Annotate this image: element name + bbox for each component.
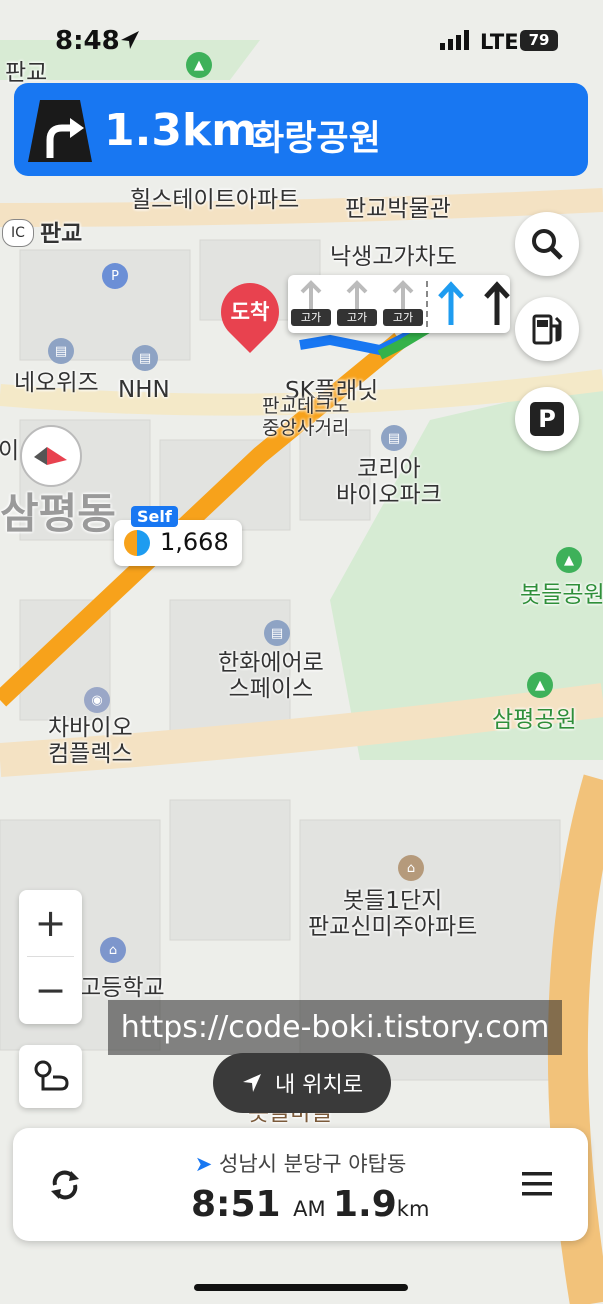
label-nhn: NHN bbox=[118, 377, 170, 403]
label-pangyo-museum: 판교박물관 bbox=[345, 196, 451, 222]
address-text: 성남시 분당구 야탑동 bbox=[219, 1152, 407, 1176]
gas-station-price[interactable]: Self 1,668 bbox=[114, 506, 242, 566]
label-cha-bio: 차바이오 컴플렉스 bbox=[48, 715, 133, 768]
building-icon: ▤ bbox=[132, 345, 158, 371]
my-location-label: 내 위치로 bbox=[275, 1073, 363, 1098]
straight-arrow-icon bbox=[438, 281, 464, 325]
compass-button[interactable] bbox=[20, 425, 82, 487]
route-overview-button[interactable] bbox=[19, 1045, 82, 1108]
parking-poi-icon: P bbox=[102, 263, 128, 289]
lane-1: 고가 bbox=[288, 279, 334, 329]
lane-4 bbox=[428, 279, 474, 329]
label-hanwha: 한화에어로 스페이스 bbox=[218, 650, 324, 703]
zoom-in-button[interactable]: + bbox=[19, 890, 82, 956]
location-arrow-icon bbox=[243, 1074, 262, 1092]
clock: 8:48 bbox=[55, 26, 120, 56]
menu-button[interactable] bbox=[518, 1166, 558, 1202]
building-icon: ▤ bbox=[48, 338, 74, 364]
parking-icon: P bbox=[530, 402, 564, 436]
label-pangyo-ic: 판교 bbox=[40, 221, 83, 247]
label-sampyeong-park: 삼평공원 bbox=[492, 707, 577, 733]
remaining-distance-value: 1.9 bbox=[333, 1184, 397, 1225]
fuel-icon bbox=[532, 314, 562, 345]
label-highschool: 고등학교 bbox=[80, 975, 165, 1001]
straight-arrow-icon bbox=[484, 281, 510, 325]
turn-direction-icon bbox=[28, 100, 92, 162]
gas-price: 1,668 bbox=[160, 528, 229, 556]
trip-info-bar: ➤ 성남시 분당구 야탑동 8:51 AM 1.9km bbox=[13, 1128, 588, 1241]
label-sampyeong-dong: 삼평동 bbox=[0, 489, 116, 538]
parking-button[interactable]: P bbox=[515, 387, 579, 451]
remaining-distance: 1.9km bbox=[333, 1184, 429, 1225]
lane-tag: 고가 bbox=[291, 309, 331, 326]
location-arrow-icon bbox=[121, 31, 139, 49]
building-icon: ▤ bbox=[264, 620, 290, 646]
label-apartment: 봇들1단지 판교신미주아파트 bbox=[308, 888, 478, 941]
compass-icon bbox=[34, 447, 67, 465]
location-arrow-icon: ➤ bbox=[194, 1152, 213, 1176]
remaining-distance-unit: km bbox=[396, 1197, 430, 1221]
apartment-icon: ⌂ bbox=[398, 855, 424, 881]
lane-tag: 고가 bbox=[337, 309, 377, 326]
search-icon bbox=[532, 229, 563, 260]
lane-3: 고가 bbox=[380, 279, 426, 329]
status-bar: 8:48 LTE 79 bbox=[0, 0, 603, 80]
eta-ampm: AM bbox=[293, 1197, 326, 1221]
label-bongdeul-park: 봇들공원 bbox=[520, 582, 603, 608]
straight-arrow-icon bbox=[300, 280, 322, 309]
eta: 8:51 AM bbox=[191, 1184, 326, 1225]
school-icon: ⌂ bbox=[100, 937, 126, 963]
label-hillstate: 힐스테이트아파트 bbox=[130, 187, 300, 213]
label-left-i: 이 bbox=[0, 438, 20, 464]
self-badge: Self bbox=[131, 506, 178, 527]
park-icon: ▲ bbox=[527, 672, 553, 698]
eta-time: 8:51 bbox=[191, 1184, 281, 1225]
park-icon: ▲ bbox=[556, 547, 582, 573]
lane-tag: 고가 bbox=[383, 309, 423, 326]
lane-2: 고가 bbox=[334, 279, 380, 329]
zoom-out-button[interactable]: − bbox=[19, 957, 82, 1023]
building-icon: ▤ bbox=[381, 425, 407, 451]
label-neowiz: 네오위즈 bbox=[14, 370, 99, 396]
route-icon bbox=[34, 1060, 69, 1090]
zoom-control: + − bbox=[19, 890, 82, 1024]
signal-icon bbox=[440, 30, 469, 50]
watermark: https://code-boki.tistory.com bbox=[108, 1000, 562, 1055]
battery-icon: 79 bbox=[520, 30, 558, 51]
label-naksaeng: 낙생고가차도 bbox=[330, 244, 457, 270]
gas-station-button[interactable] bbox=[515, 297, 579, 361]
nav-destination: 화랑공원 bbox=[252, 119, 381, 159]
gas-brand-icon bbox=[124, 530, 150, 556]
menu-icon bbox=[522, 1172, 552, 1196]
home-indicator[interactable] bbox=[194, 1284, 408, 1291]
navigation-banner[interactable]: 1.3km 화랑공원 bbox=[14, 83, 588, 176]
nav-distance: 1.3km bbox=[104, 105, 258, 156]
label-korea-bio: 코리아 바이오파크 bbox=[336, 456, 442, 509]
straight-arrow-icon bbox=[392, 280, 414, 309]
straight-arrow-icon bbox=[346, 280, 368, 309]
destination-marker-label: 도착 bbox=[230, 300, 270, 324]
my-location-button[interactable]: 내 위치로 bbox=[213, 1053, 391, 1113]
search-button[interactable] bbox=[515, 212, 579, 276]
landmark-icon: ◉ bbox=[84, 687, 110, 713]
network-label: LTE bbox=[480, 30, 519, 54]
current-address: ➤ 성남시 분당구 야탑동 bbox=[13, 1148, 588, 1178]
ic-badge: IC bbox=[2, 219, 34, 247]
lane-guidance: 고가 고가 고가 bbox=[288, 275, 510, 333]
label-junction: 판교테크노 중앙사거리 bbox=[262, 395, 350, 439]
lane-5 bbox=[474, 279, 520, 329]
